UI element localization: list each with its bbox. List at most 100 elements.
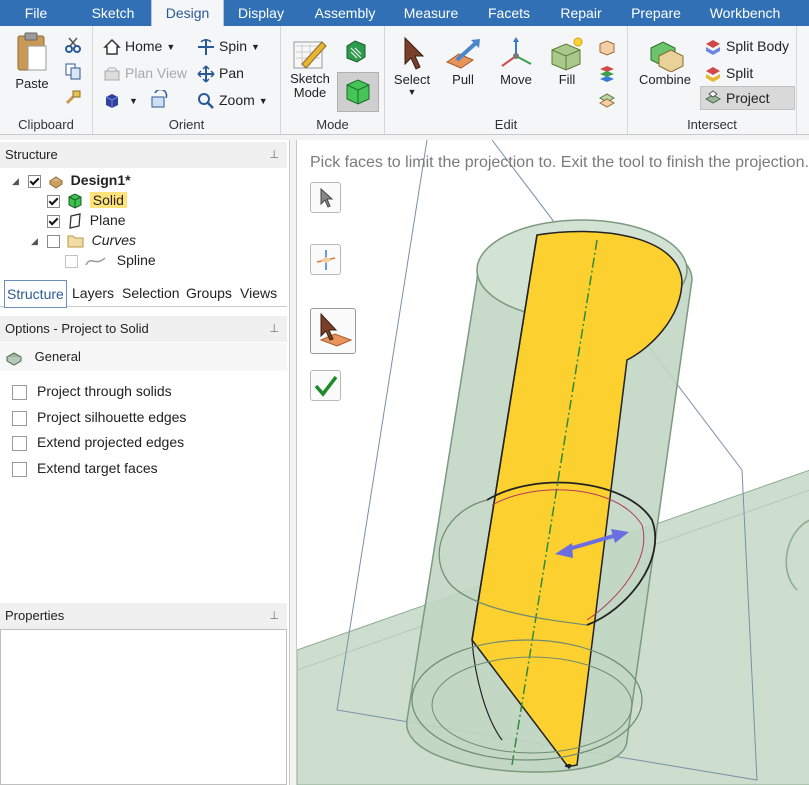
tree-item-spline[interactable]: Spline	[65, 250, 156, 270]
clipboard-icon	[17, 32, 47, 71]
tree-item-curves[interactable]: ◢ Curves	[31, 230, 136, 250]
pin-icon[interactable]: ⊥	[269, 142, 279, 168]
tab-layers[interactable]: Layers	[72, 280, 114, 306]
visibility-checkbox[interactable]	[47, 214, 60, 228]
spin-icon	[198, 39, 214, 56]
target-axes-icon	[316, 250, 336, 270]
collapse-triangle-icon[interactable]: ◢	[31, 231, 43, 251]
tree-item-solid[interactable]: Solid	[47, 190, 127, 210]
cut-icon[interactable]	[64, 36, 82, 54]
options-section-label: General	[34, 349, 81, 364]
menu-tab-repair[interactable]: Repair	[548, 0, 614, 26]
menu-tab-display[interactable]: Display	[224, 0, 298, 26]
zoom-button[interactable]: Zoom ▼	[197, 89, 268, 111]
visibility-checkbox[interactable]	[27, 174, 41, 188]
model-drawing[interactable]	[297, 140, 809, 785]
tree-item-design[interactable]: ◢ Design1*	[12, 170, 131, 190]
visibility-checkbox[interactable]	[47, 194, 60, 208]
option-label: Extend projected edges	[37, 434, 185, 450]
option-project-through-solids[interactable]: Project through solids	[12, 381, 172, 401]
menu-tab-facets[interactable]: Facets	[474, 0, 544, 26]
checkbox[interactable]	[12, 410, 27, 426]
pan-button[interactable]: Pan	[197, 62, 244, 84]
copy-icon[interactable]	[64, 62, 82, 80]
plan-view-label: Plan View	[125, 65, 188, 81]
collapse-triangle-icon[interactable]: ◢	[12, 171, 24, 191]
option-extend-projected-edges[interactable]: Extend projected edges	[12, 432, 184, 452]
tab-groups[interactable]: Groups	[186, 280, 232, 306]
spin-button[interactable]: Spin ▼	[197, 35, 260, 57]
pull-button[interactable]: Pull	[441, 36, 485, 87]
chevron-down-icon: ▼	[251, 42, 260, 53]
select-button[interactable]: Select ▼	[389, 36, 435, 97]
plan-view-button[interactable]: Plan View	[103, 62, 187, 84]
solid-cube-icon	[346, 79, 370, 105]
complete-tool-button[interactable]	[310, 370, 341, 401]
properties-grid[interactable]	[0, 629, 287, 785]
select-faces-tool-button[interactable]	[310, 308, 356, 354]
3d-mode-button[interactable]	[337, 72, 379, 112]
menu-tab-prepare[interactable]: Prepare	[618, 0, 694, 26]
offset-icon[interactable]	[597, 90, 617, 110]
general-options-icon	[5, 351, 23, 366]
clipboard-group: Paste Clipboard	[0, 26, 93, 134]
section-mode-icon[interactable]	[343, 38, 369, 64]
checkbox[interactable]	[12, 461, 27, 477]
menu-tab-sketch[interactable]: Sketch	[76, 0, 150, 26]
option-extend-target-faces[interactable]: Extend target faces	[12, 458, 158, 478]
tree-label-plane: Plane	[89, 212, 126, 228]
spin-label: Spin	[219, 38, 248, 54]
sketch-mode-button[interactable]: Sketch Mode	[284, 36, 336, 100]
edit-group-label: Edit	[494, 117, 518, 132]
split-label: Split	[726, 65, 754, 81]
menu-tab-workbench[interactable]: Workbench	[698, 0, 792, 26]
menu-tab-design[interactable]: Design	[151, 0, 224, 26]
spline-icon	[85, 257, 106, 266]
home-button[interactable]: Home ▼	[103, 35, 175, 57]
options-panel-header: Options - Project to Solid ⊥	[0, 316, 287, 342]
format-painter-icon[interactable]	[64, 88, 82, 106]
menu-tab-measure[interactable]: Measure	[392, 0, 470, 26]
shell-icon[interactable]	[597, 64, 617, 84]
view-orient-icon[interactable]	[149, 90, 169, 110]
select-target-button[interactable]	[310, 244, 341, 275]
cursor-arrow-icon	[404, 36, 425, 70]
plan-view-icon	[104, 67, 120, 81]
blend-icon[interactable]	[597, 38, 617, 58]
split-body-button[interactable]: Split Body	[704, 35, 789, 57]
fill-button[interactable]: Fill	[545, 36, 589, 87]
menu-tab-file[interactable]: File	[0, 0, 72, 26]
project-icon	[704, 90, 722, 104]
options-section-general[interactable]: General	[0, 343, 287, 371]
view-cube-button[interactable]: ▼	[103, 89, 138, 111]
combine-button[interactable]: Combine	[634, 36, 696, 87]
pin-icon[interactable]: ⊥	[269, 603, 279, 629]
option-label: Project silhouette edges	[37, 409, 187, 425]
select-tool-button[interactable]	[310, 182, 341, 213]
pull-arrow-icon	[445, 39, 480, 69]
checkbox[interactable]	[12, 435, 27, 451]
sketch-pencil-icon	[293, 41, 327, 69]
visibility-checkbox[interactable]	[65, 254, 78, 268]
combine-label: Combine	[638, 72, 692, 87]
tree-item-plane[interactable]: Plane	[47, 210, 126, 230]
tab-views[interactable]: Views	[240, 280, 277, 306]
3d-viewport[interactable]: Pick faces to limit the projection to. E…	[296, 140, 809, 785]
tab-structure[interactable]: Structure	[4, 280, 67, 308]
checkbox[interactable]	[12, 384, 27, 400]
project-button[interactable]: Project	[700, 86, 795, 110]
mode-group-label: Mode	[316, 117, 349, 132]
move-button[interactable]: Move	[493, 36, 539, 87]
fill-box-icon	[551, 37, 583, 71]
paste-button[interactable]: Paste	[6, 32, 58, 91]
menu-tab-assembly[interactable]: Assembly	[302, 0, 388, 26]
tree-label-design: Design1*	[70, 172, 131, 188]
split-button[interactable]: Split	[704, 62, 753, 84]
option-project-silhouette-edges[interactable]: Project silhouette edges	[12, 407, 186, 427]
visibility-checkbox[interactable]	[46, 234, 60, 248]
pan-icon	[197, 65, 215, 83]
pin-icon[interactable]: ⊥	[269, 316, 279, 342]
tab-selection[interactable]: Selection	[122, 280, 180, 306]
plane-icon	[69, 213, 81, 230]
split-body-label: Split Body	[726, 38, 790, 54]
